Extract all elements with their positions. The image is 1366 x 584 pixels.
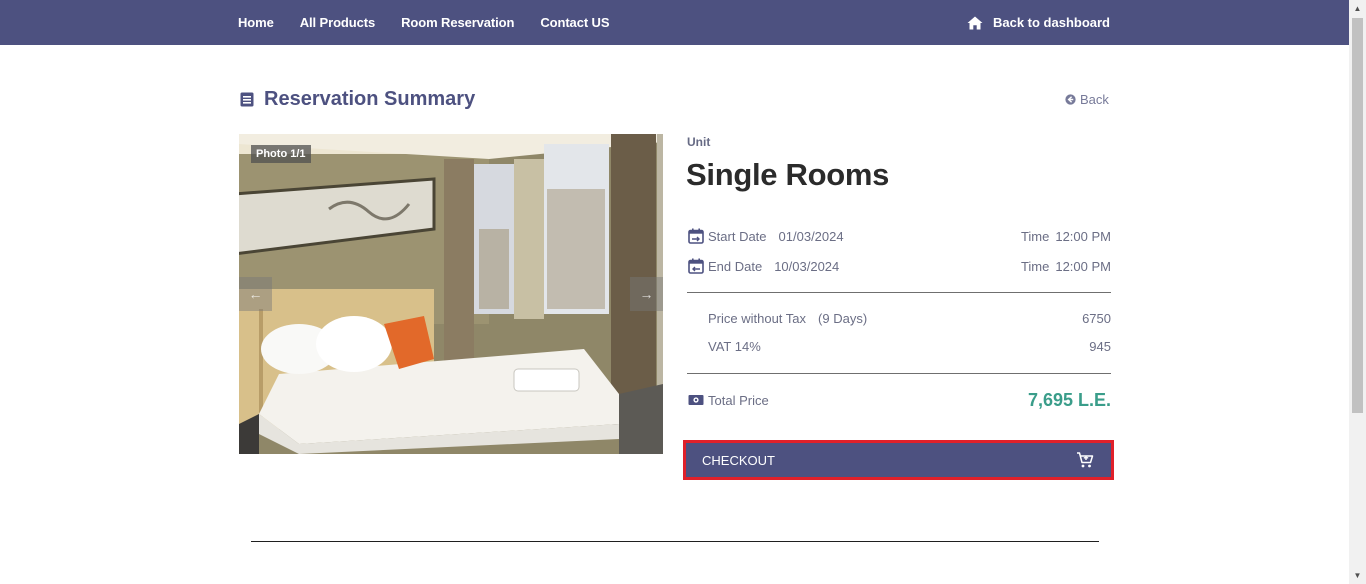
start-time-label: Time [1020,228,1050,244]
nav-links: Home All Products Room Reservation Conta… [238,0,635,45]
calendar-icon [688,258,704,274]
top-navbar: Home All Products Room Reservation Conta… [0,0,1349,45]
start-date-row: Start Date 01/03/2024 Time 12:00 PM [688,226,1111,246]
end-date-value: 10/03/2024 [774,258,840,274]
cart-plus-icon [1077,452,1094,468]
end-time-label: Time [1020,258,1050,274]
arrow-right-icon: → [639,286,654,302]
scroll-thumb[interactable] [1352,18,1363,413]
nav-link-home[interactable]: Home [238,15,274,30]
money-icon [688,395,704,405]
total-price-value: 7,695 L.E. [1027,389,1111,410]
price-without-tax-label: Price without Tax [708,311,807,326]
unit-name: Single Rooms [686,157,890,192]
back-link[interactable]: Back [1065,92,1109,107]
total-price-label: Total Price [708,392,769,408]
vat-row: VAT 14% 945 [708,339,1111,354]
start-date-value: 01/03/2024 [778,228,844,244]
end-date-row: End Date 10/03/2024 Time 12:00 PM [688,256,1111,276]
list-icon [240,92,254,107]
page-title: Reservation Summary [264,88,476,110]
checkout-label: CHECKOUT [702,452,775,468]
footer-divider [251,541,1099,542]
checkout-button[interactable]: CHECKOUT [683,440,1114,480]
start-time-value: 12:00 PM [1055,228,1111,244]
days-count: (9 Days) [818,311,868,326]
unit-label: Unit [687,135,711,149]
back-to-dashboard-link[interactable]: Back to dashboard [967,0,1110,45]
divider [687,373,1111,374]
scroll-up-arrow-icon[interactable]: ▲ [1349,0,1366,17]
photo-counter-badge: Photo 1/1 [251,145,311,163]
room-photo [239,134,663,454]
back-to-dashboard-label: Back to dashboard [992,15,1110,30]
calendar-icon [688,228,704,244]
end-time-value: 12:00 PM [1055,258,1111,274]
arrow-left-icon: ← [248,286,263,302]
start-date-label: Start Date [708,228,767,244]
page: Home All Products Room Reservation Conta… [0,0,1366,584]
carousel-prev-button[interactable]: ← [239,277,272,311]
room-photo-carousel: Photo 1/1 ← → [239,134,663,454]
summary-header: Reservation Summary [240,88,475,111]
vat-value: 945 [1089,339,1111,354]
scroll-down-arrow-icon[interactable]: ▼ [1349,567,1366,584]
arrow-circle-left-icon [1065,94,1076,105]
divider [687,292,1111,293]
nav-link-room-reservation[interactable]: Room Reservation [401,15,514,30]
end-time: Time 12:00 PM [1021,259,1111,274]
carousel-next-button[interactable]: → [630,277,663,311]
end-date-label: End Date [708,258,763,274]
back-link-label: Back [1080,92,1109,107]
price-without-tax-value: 6750 [1082,311,1111,326]
total-price-row: Total Price 7,695 L.E. [688,388,1111,412]
checkout-button-body[interactable]: CHECKOUT [686,443,1111,477]
nav-link-all-products[interactable]: All Products [300,15,375,30]
page-scrollbar[interactable]: ▲ ▼ [1349,0,1366,584]
nav-link-contact-us[interactable]: Contact US [540,15,609,30]
price-without-tax-row: Price without Tax (9 Days) 6750 [708,311,1111,326]
vat-label: VAT 14% [708,339,761,354]
home-icon [967,16,983,29]
start-time: Time 12:00 PM [1021,229,1111,244]
